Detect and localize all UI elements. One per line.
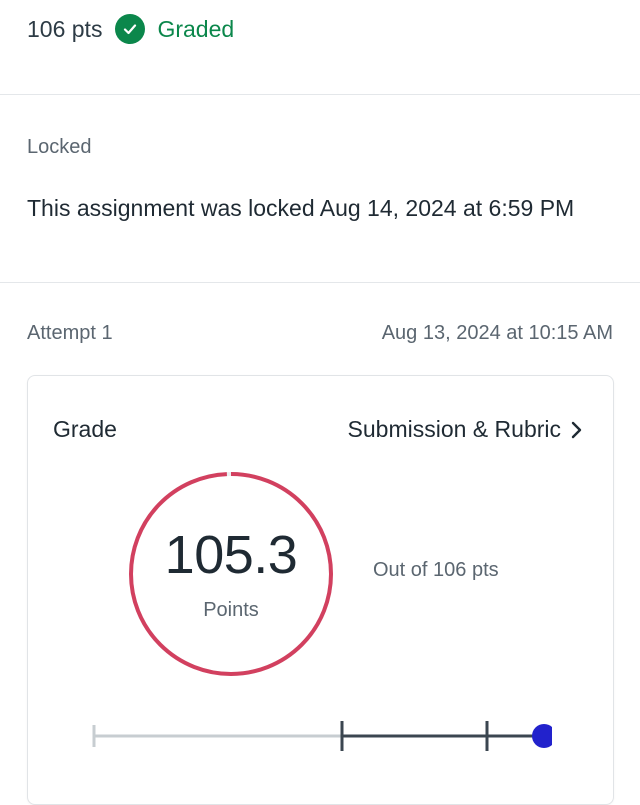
divider bbox=[0, 94, 640, 95]
grade-status-row: 106 pts Graded bbox=[27, 8, 234, 50]
score-ring: 105.3 Points bbox=[126, 469, 336, 679]
attempt-label: Attempt 1 bbox=[27, 322, 113, 344]
chevron-right-icon bbox=[571, 421, 583, 439]
locked-label: Locked bbox=[27, 136, 92, 158]
grade-card: Grade Submission & Rubric 105.3 Points O… bbox=[27, 375, 614, 805]
points-out-of: Out of 106 pts bbox=[373, 559, 499, 581]
divider bbox=[0, 282, 640, 283]
score-value: 105.3 bbox=[164, 525, 298, 585]
submission-rubric-link[interactable]: Submission & Rubric bbox=[348, 416, 583, 443]
submission-rubric-label: Submission & Rubric bbox=[347, 416, 561, 442]
score-unit: Points bbox=[203, 599, 259, 621]
lock-message: This assignment was locked Aug 14, 2024 … bbox=[27, 195, 575, 221]
attempt-date: Aug 13, 2024 at 10:15 AM bbox=[381, 322, 613, 344]
graded-status: Graded bbox=[157, 15, 235, 42]
grade-distribution-slider bbox=[92, 716, 556, 756]
slider-score-marker bbox=[532, 724, 556, 748]
points-possible: 106 pts bbox=[27, 15, 103, 42]
check-circle-icon bbox=[115, 14, 146, 44]
grade-title: Grade bbox=[53, 416, 117, 442]
